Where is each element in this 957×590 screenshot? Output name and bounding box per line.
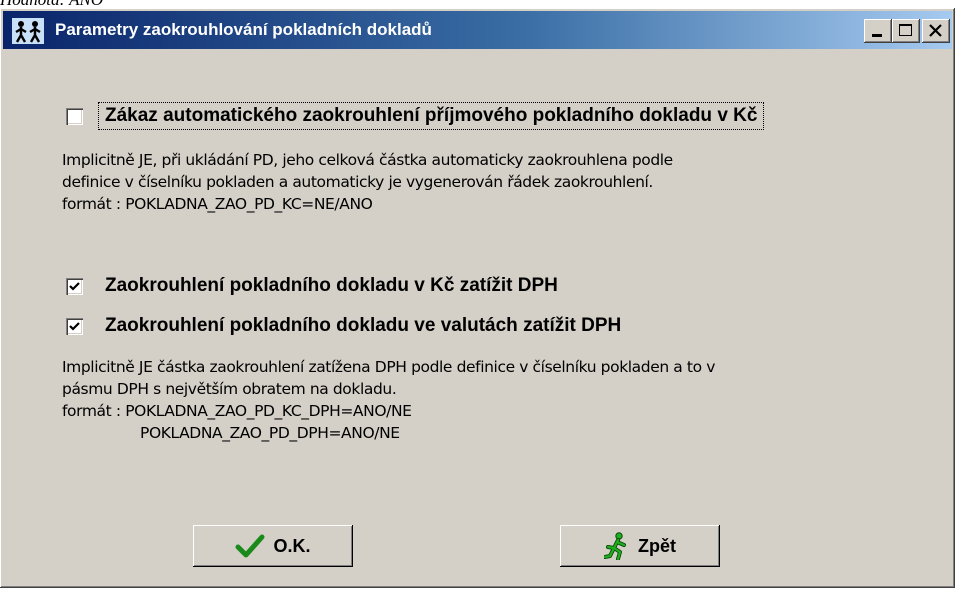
ok-button-label: O.K.: [273, 535, 311, 556]
checkbox-disable-auto-rounding[interactable]: [66, 107, 83, 125]
option-label-rounding-currency-vat: Zaokrouhlení pokladního dokladu ve valut…: [105, 315, 622, 336]
option-rounding-kc-vat[interactable]: Zaokrouhlení pokladního dokladu v Kč zat…: [66, 275, 558, 297]
description-auto-rounding: Implicitně JE, při ukládání PD, jeho cel…: [62, 149, 673, 215]
description-line: formát : POKLADNA_ZAO_PD_KC_DPH=ANO/NE: [62, 402, 412, 420]
description-line: Implicitně JE, při ukládání PD, jeho cel…: [62, 151, 673, 169]
back-button-label: Zpět: [638, 535, 676, 556]
checkmark-icon: [69, 281, 80, 291]
option-disable-auto-rounding[interactable]: Zákaz automatického zaokrouhlení příjmov…: [66, 102, 765, 130]
description-line: POKLADNA_ZAO_PD_DPH=ANO/NE: [140, 424, 400, 442]
checkbox-rounding-kc-vat[interactable]: [66, 277, 83, 295]
checkmark-icon: [69, 321, 80, 331]
description-line: formát : POKLADNA_ZAO_PD_KC=NE/ANO: [62, 195, 373, 213]
option-label-rounding-kc-vat: Zaokrouhlení pokladního dokladu v Kč zat…: [105, 275, 558, 296]
running-man-icon: [604, 532, 626, 560]
description-line: pásmu DPH s největším obratem na dokladu…: [62, 380, 397, 398]
description-vat-rounding: Implicitně JE částka zaokrouhlení zatíže…: [62, 356, 715, 444]
description-line: definice v číselníku pokladen a automati…: [62, 173, 653, 191]
dialog-content: Zákaz automatického zaokrouhlení příjmov…: [0, 8, 955, 588]
ok-button[interactable]: O.K.: [193, 525, 353, 567]
checkmark-icon: [235, 534, 265, 558]
dialog-window: Parametry zaokrouhlování pokladních dokl…: [0, 8, 955, 588]
checkbox-rounding-currency-vat[interactable]: [66, 317, 83, 335]
option-rounding-currency-vat[interactable]: Zaokrouhlení pokladního dokladu ve valut…: [66, 315, 621, 337]
back-button[interactable]: Zpět: [560, 525, 720, 567]
option-label-disable-auto-rounding: Zákaz automatického zaokrouhlení příjmov…: [97, 102, 765, 130]
description-line: Implicitně JE částka zaokrouhlení zatíže…: [62, 358, 715, 376]
above-window-text: Hodnota: ANO: [0, 0, 103, 9]
